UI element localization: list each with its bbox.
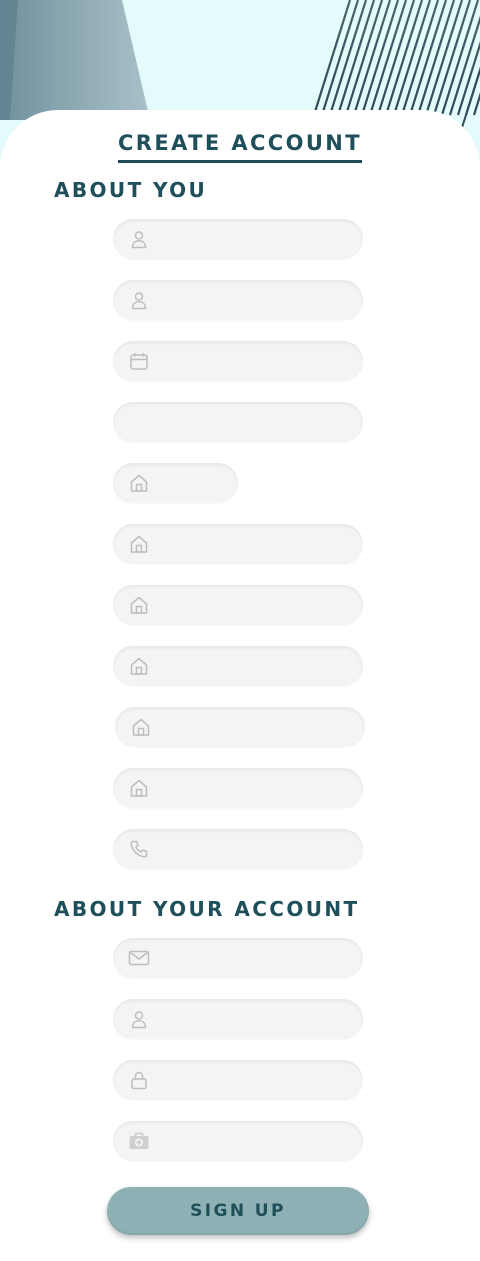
first-name-input[interactable] bbox=[150, 219, 363, 259]
home-icon bbox=[128, 533, 150, 555]
postal-code-field[interactable] bbox=[115, 707, 365, 747]
last-name-input[interactable] bbox=[150, 280, 363, 320]
dropdown-field[interactable] bbox=[113, 402, 363, 442]
address-line-field[interactable] bbox=[113, 585, 363, 625]
address-line-input[interactable] bbox=[150, 585, 363, 625]
phone-input[interactable] bbox=[150, 829, 363, 869]
country-input[interactable] bbox=[150, 768, 363, 808]
home-icon bbox=[130, 716, 152, 738]
calendar-icon bbox=[128, 350, 150, 372]
username-field[interactable] bbox=[113, 999, 363, 1039]
page-title-wrapper: CREATE ACCOUNT bbox=[0, 130, 480, 163]
user-icon bbox=[128, 228, 150, 250]
email-input[interactable] bbox=[150, 938, 363, 978]
medical-kit-icon bbox=[128, 1130, 150, 1152]
plain-input[interactable] bbox=[150, 402, 363, 442]
insurance-input[interactable] bbox=[150, 1121, 363, 1161]
city-field[interactable] bbox=[113, 646, 363, 686]
house-number-input[interactable] bbox=[150, 463, 238, 503]
country-field[interactable] bbox=[113, 768, 363, 808]
mail-icon bbox=[128, 947, 150, 969]
city-input[interactable] bbox=[150, 646, 363, 686]
about-your-account-heading: ABOUT YOUR ACCOUNT bbox=[54, 897, 360, 921]
last-name-field[interactable] bbox=[113, 280, 363, 320]
password-input[interactable] bbox=[150, 1060, 363, 1100]
home-icon bbox=[128, 777, 150, 799]
username-input[interactable] bbox=[150, 999, 363, 1039]
password-field[interactable] bbox=[113, 1060, 363, 1100]
postal-code-input[interactable] bbox=[152, 707, 365, 747]
home-icon bbox=[128, 594, 150, 616]
email-field[interactable] bbox=[113, 938, 363, 978]
street-field[interactable] bbox=[113, 524, 363, 564]
lock-icon bbox=[128, 1069, 150, 1091]
user-icon bbox=[128, 1008, 150, 1030]
birth-date-input[interactable] bbox=[150, 341, 363, 381]
page-title: CREATE ACCOUNT bbox=[117, 130, 362, 163]
user-icon bbox=[128, 289, 150, 311]
about-you-heading: ABOUT YOU bbox=[54, 178, 208, 202]
first-name-field[interactable] bbox=[113, 219, 363, 259]
street-input[interactable] bbox=[150, 524, 363, 564]
insurance-field[interactable] bbox=[113, 1121, 363, 1161]
home-icon bbox=[128, 655, 150, 677]
birth-date-field[interactable] bbox=[113, 341, 363, 381]
sign-up-button[interactable]: SIGN UP bbox=[107, 1187, 369, 1235]
home-icon bbox=[128, 472, 150, 494]
house-number-field[interactable] bbox=[113, 463, 238, 503]
phone-field[interactable] bbox=[113, 829, 363, 869]
phone-icon bbox=[128, 838, 150, 860]
